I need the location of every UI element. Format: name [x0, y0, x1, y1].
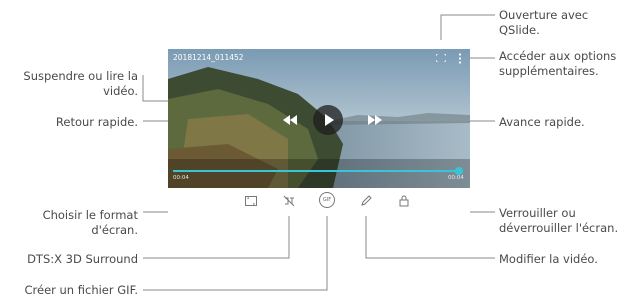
seek-bar[interactable]: [173, 167, 464, 175]
video-player[interactable]: 20181214_011452 00:04 00:04: [168, 49, 470, 188]
leader-gif: [143, 206, 328, 291]
gif-button[interactable]: GIF: [319, 192, 335, 208]
callout-lock-unlock: Verrouiller ou déverrouiller l'écran.: [499, 206, 619, 235]
callout-pause-play: Suspendre ou lire la vidéo.: [23, 69, 138, 98]
video-title: 20181214_011452: [173, 53, 244, 62]
callout-screen-ratio: Choisir le format d'écran.: [42, 208, 138, 237]
callout-more-options: Accéder aux options supplémentaires.: [499, 49, 617, 78]
play-icon: [325, 114, 334, 126]
edit-pencil-icon[interactable]: [359, 194, 373, 208]
rewind-icon[interactable]: [283, 115, 297, 125]
screen-ratio-icon[interactable]: [244, 194, 258, 208]
callout-edit-video: Modifier la vidéo.: [499, 252, 598, 266]
callout-fast-forward: Avance rapide.: [499, 115, 585, 129]
callout-rewind: Retour rapide.: [55, 115, 138, 129]
lock-icon[interactable]: [397, 194, 411, 208]
callout-create-gif: Créer un fichier GIF.: [24, 283, 138, 297]
fast-forward-icon[interactable]: [368, 115, 382, 125]
leader-qslide: [440, 14, 495, 40]
player-toolbar: GIF: [168, 188, 470, 216]
time-elapsed: 00:04: [173, 175, 189, 181]
gif-icon-label: GIF: [322, 197, 332, 203]
callout-qslide: Ouverture avec QSlide.: [499, 8, 589, 37]
more-options-icon[interactable]: [458, 53, 462, 64]
dts-icon[interactable]: [282, 194, 296, 208]
time-total: 00:04: [448, 175, 464, 181]
qslide-icon[interactable]: [436, 54, 446, 62]
callout-dts: DTS:X 3D Surround: [27, 252, 138, 266]
seek-bar-progress: [173, 170, 460, 172]
play-pause-button[interactable]: [313, 105, 343, 135]
